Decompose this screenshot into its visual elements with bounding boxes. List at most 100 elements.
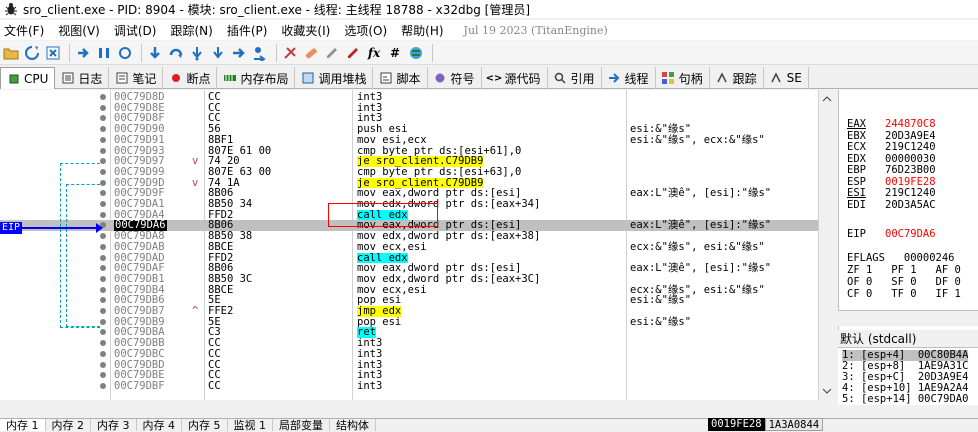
tab-locals[interactable]: 局部变量 [273, 419, 330, 431]
disassembly-view[interactable]: 00C79D8D CC int3 00C79D8E CC int3 00C79D8F CC in… [0, 90, 834, 400]
register-eax[interactable]: EAX 244870C8 [847, 118, 936, 130]
disassembly-row[interactable]: 00C79DBF CC int3 [0, 381, 818, 392]
breakpoint-dot-icon[interactable] [100, 350, 106, 357]
breakpoint-dot-icon[interactable] [100, 147, 106, 154]
tab-cpu[interactable]: CPU [0, 67, 56, 89]
tab-breakpoints[interactable]: 断点 [163, 67, 218, 89]
disassembly-row[interactable]: 00C79DBC CC int3 [0, 349, 818, 360]
breakpoint-dot-icon[interactable] [100, 275, 106, 282]
tab-trace[interactable]: 跟踪 [710, 67, 764, 89]
breakpoint-dot-icon[interactable] [100, 168, 106, 175]
registers-panel[interactable]: EAX 244870C8 EBX 20D3A9E4 ECX 219C1240 EDX 0000… [838, 90, 978, 330]
scroll-down-icon[interactable] [820, 386, 834, 396]
breakpoint-dot-icon[interactable] [100, 243, 106, 250]
tab-watch-1[interactable]: 监视 1 [228, 419, 273, 431]
tab-dump-5[interactable]: 内存 5 [182, 419, 228, 431]
globe-icon[interactable] [407, 44, 425, 62]
tab-seh[interactable]: SE [764, 67, 809, 89]
tab-log[interactable]: 日志 [55, 67, 110, 89]
breakpoint-dot-icon[interactable] [100, 126, 106, 133]
trace-over-icon[interactable] [209, 44, 227, 62]
breakpoint-dot-icon[interactable] [100, 254, 106, 261]
flags-row[interactable]: ZF 1 PF 1 AF 0 [847, 264, 961, 276]
comment-icon[interactable] [323, 44, 341, 62]
tab-call-stack[interactable]: 调用堆栈 [295, 67, 374, 89]
register-eflags[interactable]: EFLAGS 00000246 [847, 252, 954, 264]
patch-icon[interactable] [302, 44, 320, 62]
breakpoint-dot-icon[interactable] [100, 158, 106, 165]
breakpoint-dot-icon[interactable] [100, 104, 106, 111]
register-eip[interactable]: EIP 00C79DA6 [847, 228, 936, 240]
menu-file[interactable]: 文件(F) [4, 22, 44, 39]
tab-threads[interactable]: 线程 [602, 67, 656, 89]
disassembly-row[interactable]: 00C79DAB 8BCE mov ecx,esi ecx:&"缘s", esi:&"… [0, 242, 818, 253]
breakpoint-dot-icon[interactable] [100, 211, 106, 218]
hash-icon[interactable]: # [386, 44, 404, 62]
breakpoint-dot-icon[interactable] [100, 265, 106, 272]
stack-address[interactable]: 0019FE28 [708, 418, 765, 431]
tab-dump-2[interactable]: 内存 2 [46, 419, 91, 431]
menu-favourites[interactable]: 收藏夹(I) [281, 22, 330, 39]
stack-arg-row[interactable]: 5: [esp+14] 00C79DA0 [842, 394, 968, 405]
tab-symbols[interactable]: 符号 [428, 67, 482, 89]
breakpoint-dot-icon[interactable] [100, 136, 106, 143]
pause-icon[interactable] [95, 44, 113, 62]
tab-handles[interactable]: 句柄 [656, 67, 710, 89]
register-edi[interactable]: EDI 20D3A5AC [847, 199, 936, 211]
execute-till-return-icon[interactable] [230, 44, 248, 62]
breakpoint-dot-icon[interactable] [100, 382, 106, 389]
flags-row[interactable]: OF 0 SF 0 DF 0 [847, 276, 961, 288]
calling-convention-label[interactable]: 默认 (stdcall) [840, 330, 916, 347]
breakpoint-dot-icon[interactable] [100, 286, 106, 293]
tab-source[interactable]: <> 源代码 [482, 67, 548, 89]
open-icon[interactable] [2, 44, 20, 62]
run-to-user-code-icon[interactable] [251, 44, 269, 62]
breakpoint-dot-icon[interactable] [100, 329, 106, 336]
breakpoint-dot-icon[interactable] [100, 361, 106, 368]
breakpoint-dot-icon[interactable] [100, 201, 106, 207]
restart-icon[interactable] [23, 44, 41, 62]
menu-help[interactable]: 帮助(H) [401, 22, 443, 39]
scylla-icon[interactable] [281, 44, 299, 62]
tab-dump-3[interactable]: 内存 3 [91, 419, 137, 431]
menu-trace[interactable]: 跟踪(N) [170, 22, 212, 39]
register-esp[interactable]: ESP 0019FE28 [847, 176, 936, 188]
disassembly-row[interactable]: 00C79D91 8BF1 mov esi,ecx esi:&"缘s", ecx:&"… [0, 135, 818, 146]
close-icon[interactable] [44, 44, 62, 62]
breakpoint-dot-icon[interactable] [100, 179, 106, 186]
tab-struct[interactable]: 结构体 [330, 419, 376, 431]
menu-view[interactable]: 视图(V) [58, 22, 100, 39]
function-icon[interactable]: fx [365, 44, 383, 62]
register-edx[interactable]: EDX 00000030 [847, 153, 936, 165]
disassembly-scrollbar[interactable] [818, 90, 834, 400]
registers-scrollbar[interactable] [838, 310, 978, 326]
register-ebp[interactable]: EBP 76D23B00 [847, 164, 936, 176]
label-icon[interactable] [344, 44, 362, 62]
tab-references[interactable]: 引用 [548, 67, 602, 89]
menu-options[interactable]: 选项(O) [344, 22, 387, 39]
trace-into-icon[interactable] [188, 44, 206, 62]
register-esi[interactable]: ESI 219C1240 [847, 187, 936, 199]
register-ecx[interactable]: ECX 219C1240 [847, 141, 936, 153]
breakpoint-dot-icon[interactable] [100, 308, 106, 314]
menu-plugins[interactable]: 插件(P) [227, 22, 268, 39]
tab-notes[interactable]: 笔记 [109, 67, 164, 89]
stack-arguments-panel[interactable]: 1: [esp+4] 00C80B4A 2: [esp+8] 1AE9A31C … [838, 347, 978, 405]
flags-row[interactable]: CF 0 TF 0 IF 1 [847, 288, 961, 300]
tab-memory-map[interactable]: 内存布局 [217, 67, 296, 89]
breakpoint-dot-icon[interactable] [100, 94, 106, 100]
breakpoint-dot-icon[interactable] [100, 297, 106, 304]
tab-dump-1[interactable]: 内存 1 [0, 419, 46, 431]
step-into-icon[interactable] [146, 44, 164, 62]
animate-icon[interactable] [116, 44, 134, 62]
scroll-up-icon[interactable] [820, 94, 834, 104]
tab-dump-4[interactable]: 内存 4 [137, 419, 182, 431]
tab-script[interactable]: 脚本 [373, 67, 428, 89]
breakpoint-dot-icon[interactable] [100, 233, 106, 240]
breakpoint-dot-icon[interactable] [100, 318, 106, 325]
breakpoint-dot-icon[interactable] [100, 190, 106, 197]
breakpoint-dot-icon[interactable] [100, 115, 106, 122]
disassembly-row[interactable]: 00C79D99 807E 63 00 cmp byte ptr ds:[esi+6… [0, 167, 818, 178]
disassembly-row[interactable]: 00C79DB1 8B50 3C mov edx,dword ptr ds:[eax… [0, 274, 818, 285]
step-over-icon[interactable] [167, 44, 185, 62]
